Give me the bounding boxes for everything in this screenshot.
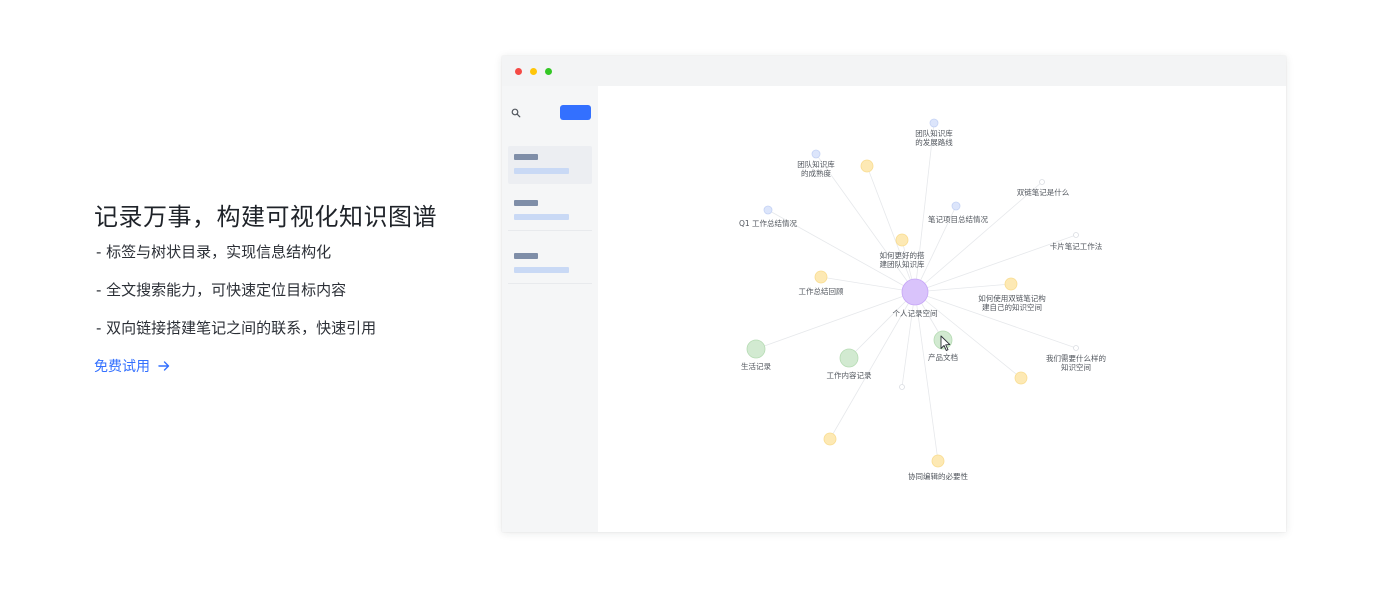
intro-section: 记录万事，构建可视化知识图谱 - 标签与树状目录，实现信息结构化 - 全文搜索能…	[94, 200, 437, 376]
graph-node[interactable]	[860, 159, 874, 173]
search-icon[interactable]	[511, 108, 521, 118]
sidebar-doc-item[interactable]	[508, 146, 592, 184]
feature-item-tags: - 标签与树状目录，实现信息结构化	[96, 243, 332, 261]
sidebar-doc-item[interactable]	[508, 245, 592, 284]
doc-subtitle-placeholder	[514, 168, 569, 174]
graph-center-node[interactable]	[901, 278, 929, 306]
app-window-mockup: 团队知识库 的发展路线 团队知识库 的成熟度 Q1 工作总结情况 笔记项目总结情况 双链笔记…	[502, 56, 1286, 532]
window-titlebar	[502, 56, 1286, 86]
doc-title-placeholder	[514, 154, 538, 160]
graph-node[interactable]	[746, 339, 766, 359]
sidebar-doc-item[interactable]	[508, 192, 592, 231]
graph-edge	[848, 291, 916, 359]
graph-node-label: 建自己的知识空间	[982, 302, 1042, 312]
graph-node-label: 工作总结回顾	[799, 286, 844, 296]
graph-node[interactable]	[931, 454, 945, 468]
graph-node-label: 协同编辑的必要性	[908, 471, 968, 481]
graph-node[interactable]	[899, 384, 905, 390]
page-title: 记录万事，构建可视化知识图谱	[94, 203, 437, 231]
graph-node-label: 卡片笔记工作法	[1050, 241, 1103, 251]
graph-node-label: 我们需要什么样的	[1046, 353, 1106, 363]
graph-node[interactable]	[823, 432, 837, 446]
graph-node-label: 团队知识库	[797, 159, 835, 169]
graph-node-label: Q1 工作总结情况	[739, 218, 798, 228]
doc-title-placeholder	[514, 200, 538, 206]
minimize-dot	[530, 68, 537, 75]
graph-edge	[914, 181, 1043, 293]
graph-node-label: 团队知识库	[915, 128, 953, 138]
graph-node[interactable]	[839, 348, 859, 368]
doc-subtitle-placeholder	[514, 214, 569, 220]
graph-node-label: 知识空间	[1061, 362, 1091, 372]
doc-subtitle-placeholder	[514, 267, 569, 273]
graph-node[interactable]	[929, 118, 939, 128]
graph-edge	[914, 283, 1012, 293]
maximize-dot	[545, 68, 552, 75]
knowledge-graph[interactable]: 团队知识库的发展路线团队知识库的成熟度Q1 工作总结情况 笔记项目总结情况双链笔记…	[598, 86, 1286, 532]
graph-node[interactable]	[895, 233, 909, 247]
graph-node[interactable]	[1004, 277, 1018, 291]
graph-edge	[901, 291, 916, 388]
sidebar	[502, 86, 598, 532]
graph-node-label: 双链笔记是什么	[1017, 187, 1070, 197]
graph-node[interactable]	[814, 270, 828, 284]
graph-node-label: 工作内容记录	[827, 370, 872, 380]
graph-node-label: 的成熟度	[801, 168, 831, 178]
free-trial-link[interactable]: 免费试用	[94, 356, 172, 376]
graph-node[interactable]	[1073, 345, 1079, 351]
free-trial-label: 免费试用	[94, 359, 150, 375]
graph-edge	[755, 291, 916, 350]
arrow-right-icon	[158, 361, 170, 371]
graph-center: 个人记录空间	[893, 278, 938, 318]
new-doc-button[interactable]	[560, 105, 591, 120]
doc-title-placeholder	[514, 253, 538, 259]
graph-node[interactable]	[1039, 179, 1045, 185]
graph-node[interactable]	[763, 205, 773, 215]
graph-node[interactable]	[811, 149, 821, 159]
graph-node[interactable]	[951, 201, 961, 211]
close-dot	[515, 68, 522, 75]
graph-node[interactable]	[1014, 371, 1028, 385]
graph-node-label: 如何更好的搭	[880, 250, 925, 260]
feature-item-search: - 全文搜索能力，可快速定位目标内容	[96, 281, 347, 299]
graph-node-label: 如何使用双链笔记构	[978, 293, 1046, 303]
graph-node[interactable]	[1073, 232, 1079, 238]
graph-center-label: 个人记录空间	[893, 308, 938, 318]
graph-node-label: 生活记录	[741, 361, 771, 371]
graph-node-label: 产品文档	[928, 352, 958, 362]
graph-node-label: 的发展路线	[915, 137, 953, 147]
feature-item-backlinks: - 双向链接搭建笔记之间的联系，快速引用	[96, 319, 377, 337]
graph-node-label: 建团队知识库	[880, 259, 925, 269]
graph-node-label: 笔记项目总结情况	[928, 214, 988, 224]
feature-list: - 标签与树状目录，实现信息结构化 - 全文搜索能力，可快速定位目标内容 - 双…	[96, 240, 437, 354]
graph-edge	[866, 165, 916, 293]
